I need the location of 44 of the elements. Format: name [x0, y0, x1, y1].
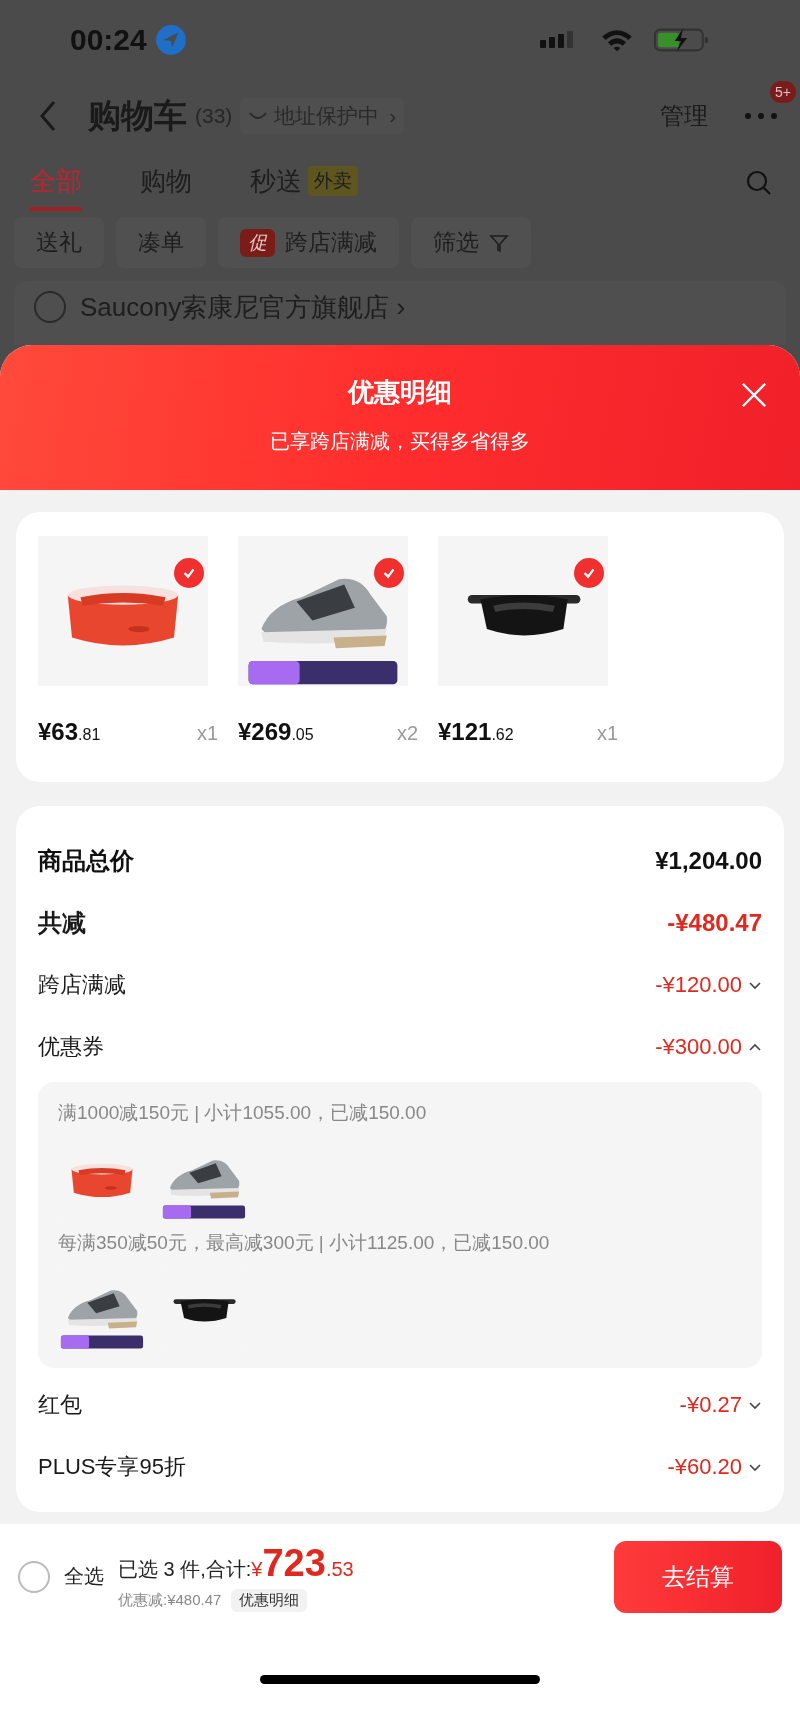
summary-value: -¥120.00: [655, 972, 742, 998]
summary-label: 共减: [38, 908, 87, 938]
summary-value: -¥60.20: [667, 1454, 742, 1480]
search-icon[interactable]: [746, 170, 772, 197]
summary-label: 优惠券: [38, 1033, 105, 1061]
product-quantity: x1: [196, 722, 218, 745]
chevron-icon[interactable]: [748, 980, 762, 990]
store-radio[interactable]: [34, 291, 66, 324]
coupon-rule: 每满350减50元，最高减300元 | 小计1125.00，已减150.00: [58, 1231, 551, 1255]
select-all-radio[interactable]: [18, 1560, 50, 1593]
more-icon[interactable]: [744, 112, 778, 121]
close-icon[interactable]: [740, 381, 768, 409]
summary-label: PLUS专享95折: [38, 1453, 187, 1481]
discount-details-button[interactable]: 优惠明细: [231, 1588, 308, 1612]
checkout-button[interactable]: 去结算: [614, 1540, 782, 1613]
discount-total: 优惠减:¥480.47: [118, 1590, 222, 1610]
summary-value: -¥300.00: [655, 1034, 742, 1060]
summary-label: 红包: [38, 1391, 83, 1419]
product-price: ¥269.05: [238, 718, 314, 746]
filter-icon: [489, 232, 509, 253]
product-price: ¥121.62: [438, 718, 514, 746]
select-all-label[interactable]: 全选: [64, 1563, 104, 1590]
notification-badge: 5+: [770, 81, 796, 104]
chevron-icon[interactable]: [748, 1042, 762, 1052]
status-time: 00:24: [70, 23, 147, 58]
product-price: ¥63.81: [38, 718, 101, 746]
summary-label: 跨店满减: [38, 971, 127, 999]
coupon-rule: 满1000减150元 | 小计1055.00，已减150.00: [58, 1101, 428, 1125]
back-icon[interactable]: [38, 99, 58, 134]
product-quantity: x2: [396, 722, 418, 745]
selected-summary: 已选 3 件,合计:: [118, 1556, 252, 1582]
summary-label: 商品总价: [38, 846, 135, 876]
summary-value: -¥480.47: [667, 909, 762, 937]
sheet-title: 优惠明细: [348, 376, 452, 409]
total-amount: ¥723.53: [251, 1541, 354, 1585]
summary-value: ¥1,204.00: [655, 847, 762, 875]
summary-value: -¥0.27: [679, 1392, 742, 1418]
wifi-icon: [600, 27, 634, 54]
product-quantity: x1: [596, 722, 618, 745]
tab[interactable]: 全部: [30, 155, 82, 211]
chevron-icon[interactable]: [748, 1400, 762, 1410]
sheet-subtitle: 已享跨店满减，买得多省得多: [270, 429, 530, 454]
smile-icon: [248, 111, 269, 122]
chevron-icon[interactable]: [748, 1462, 762, 1472]
